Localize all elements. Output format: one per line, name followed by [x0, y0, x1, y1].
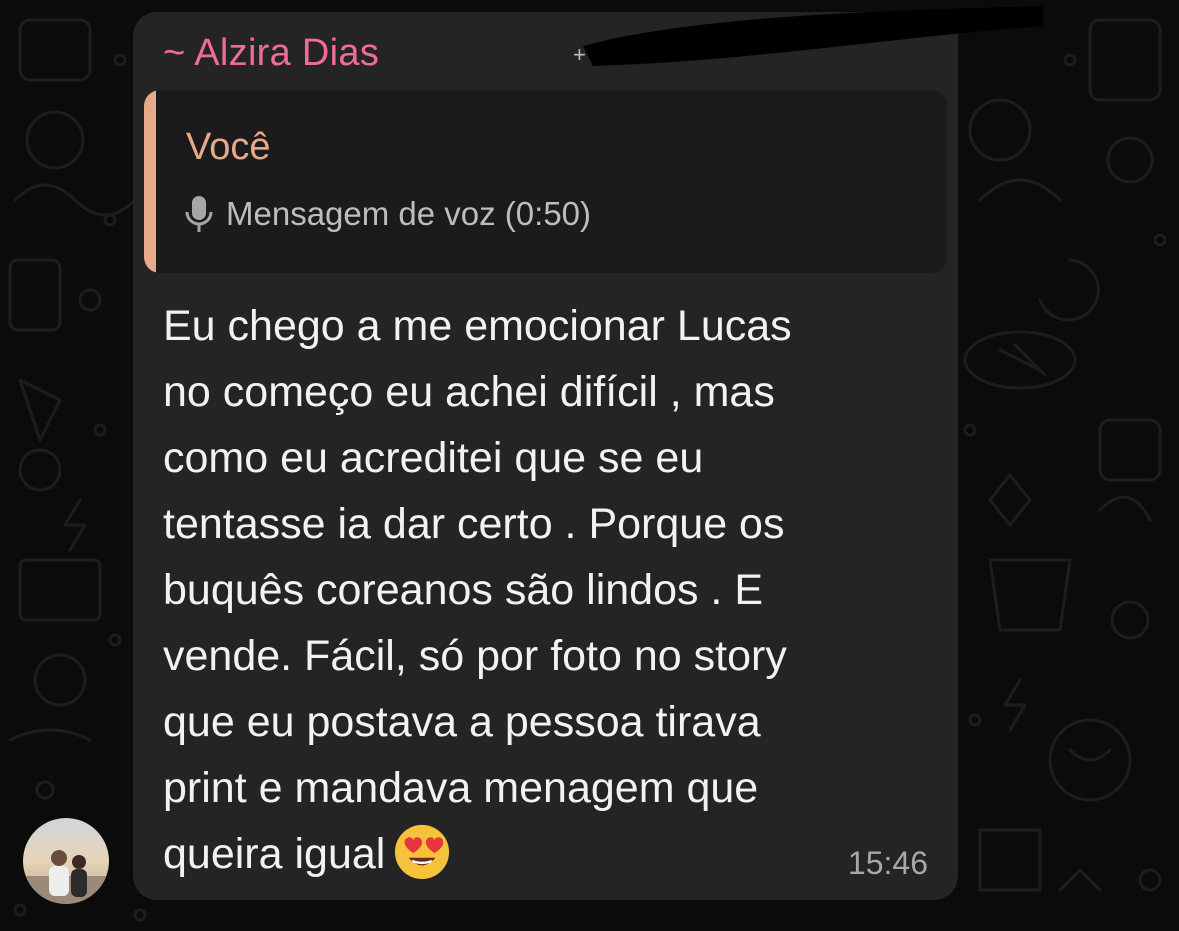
quote-author: Você: [186, 126, 271, 168]
quote-text: Mensagem de voz (0:50): [226, 195, 592, 232]
message-bubble[interactable]: ~ Alzira Dias + Você Mensagem de voz (0:…: [133, 6, 1043, 900]
quoted-message[interactable]: Você Mensagem de voz (0:50): [144, 90, 947, 273]
contact-avatar[interactable]: [23, 818, 109, 904]
heart-eyes-emoji-icon: [395, 824, 450, 879]
quote-accent-bar: [144, 90, 156, 273]
redaction-scribble: [583, 6, 1043, 66]
message-time: 15:46: [847, 845, 928, 881]
sender-name[interactable]: ~ Alzira Dias: [163, 32, 379, 75]
quote-content: Mensagem de voz (0:50): [184, 194, 591, 234]
message-text: Eu chego a me emocionar Lucas no começo …: [163, 293, 933, 887]
chat-background: ~ Alzira Dias + Você Mensagem de voz (0:…: [0, 0, 1179, 931]
microphone-icon: [185, 196, 213, 232]
message-body-text: Eu chego a me emocionar Lucas no começo …: [163, 302, 792, 878]
avatar-photo: [23, 818, 109, 904]
